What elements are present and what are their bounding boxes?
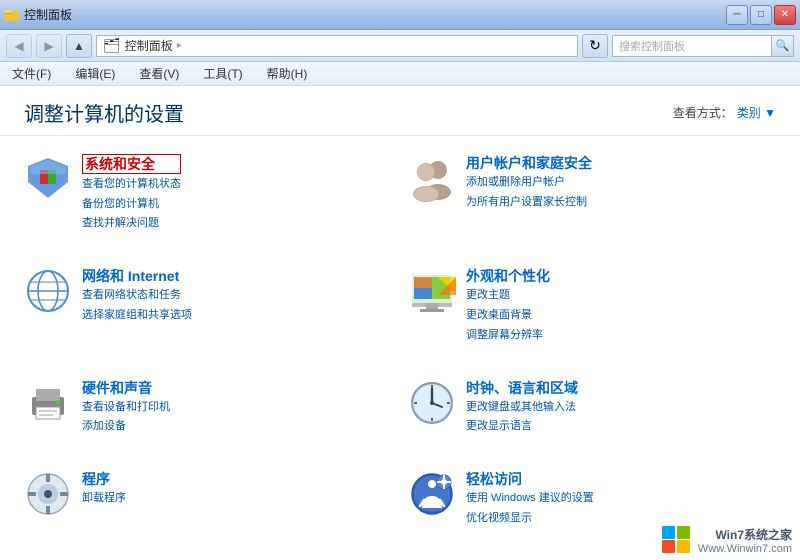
view-selector: 查看方式： 类别 ▼ <box>673 104 776 121</box>
menu-bar: 文件(F) 编辑(E) 查看(V) 工具(T) 帮助(H) <box>0 62 800 86</box>
watermark-line1: Win7系统之家 <box>698 526 792 543</box>
cp-sub-resolution[interactable]: 调整屏幕分辨率 <box>466 327 550 345</box>
network-icon <box>24 267 72 315</box>
programs-icon <box>24 470 72 518</box>
address-field[interactable]: 🗂 控制面板 ▸ <box>96 35 578 57</box>
search-placeholder: 搜索控制面板 <box>619 38 685 54</box>
watermark: Win7系统之家 Www.Winwin7.com <box>660 524 792 556</box>
cp-sub-keyboard[interactable]: 更改键盘或其他输入法 <box>466 399 578 417</box>
cp-sub-backup[interactable]: 备份您的计算机 <box>82 196 181 214</box>
cp-item-programs[interactable]: 程序 卸载程序 <box>16 460 400 552</box>
menu-file[interactable]: 文件(F) <box>8 63 55 84</box>
cp-sub-theme[interactable]: 更改主题 <box>466 287 550 305</box>
up-button[interactable]: ▲ <box>66 34 92 58</box>
cp-title-clock[interactable]: 时钟、语言和区域 <box>466 379 578 397</box>
cp-title-network[interactable]: 网络和 Internet <box>82 267 192 285</box>
search-container: 搜索控制面板 🔍 <box>612 35 794 57</box>
cp-sub-troubleshoot[interactable]: 查找并解决问题 <box>82 215 181 233</box>
cp-sub-optimize-video[interactable]: 优化视频显示 <box>466 510 594 528</box>
cp-text-network: 网络和 Internet 查看网络状态和任务 选择家庭组和共享选项 <box>82 267 192 324</box>
address-arrow: ▸ <box>177 40 182 51</box>
refresh-button[interactable]: ↻ <box>582 34 608 58</box>
main-content: 调整计算机的设置 查看方式： 类别 ▼ 系统和安全 查看您的计算机状态 备份您的… <box>0 86 800 560</box>
cp-title-ease-access[interactable]: 轻松访问 <box>466 470 594 488</box>
cp-text-user-accounts: 用户帐户和家庭安全 添加或删除用户帐户 为所有用户设置家长控制 <box>466 154 592 211</box>
title-bar: 控制面板 ─ □ ✕ <box>0 0 800 30</box>
watermark-line2: Www.Winwin7.com <box>698 543 792 555</box>
cp-sub-parental-controls[interactable]: 为所有用户设置家长控制 <box>466 194 592 212</box>
accessibility-icon <box>408 470 456 518</box>
cp-item-network[interactable]: 网络和 Internet 查看网络状态和任务 选择家庭组和共享选项 <box>16 257 400 368</box>
cp-title-system-security[interactable]: 系统和安全 <box>82 154 181 174</box>
cp-sub-network-status[interactable]: 查看网络状态和任务 <box>82 287 192 305</box>
cp-text-programs: 程序 卸载程序 <box>82 470 126 508</box>
cp-text-appearance: 外观和个性化 更改主题 更改桌面背景 调整屏幕分辨率 <box>466 267 550 344</box>
menu-edit[interactable]: 编辑(E) <box>71 63 119 84</box>
cp-text-clock: 时钟、语言和区域 更改键盘或其他输入法 更改显示语言 <box>466 379 578 436</box>
title-bar-text: 控制面板 <box>24 6 72 23</box>
page-header: 调整计算机的设置 查看方式： 类别 ▼ <box>0 86 800 136</box>
cp-item-user-accounts[interactable]: 用户帐户和家庭安全 添加或删除用户帐户 为所有用户设置家长控制 <box>400 144 784 257</box>
page-title: 调整计算机的设置 <box>24 98 184 127</box>
cp-sub-devices[interactable]: 查看设备和打印机 <box>82 399 170 417</box>
cp-sub-add-device[interactable]: 添加设备 <box>82 418 170 436</box>
control-panel-grid: 系统和安全 查看您的计算机状态 备份您的计算机 查找并解决问题 用户帐户和家庭安 <box>0 136 800 560</box>
cp-text-hardware: 硬件和声音 查看设备和打印机 添加设备 <box>82 379 170 436</box>
cp-item-system-security[interactable]: 系统和安全 查看您的计算机状态 备份您的计算机 查找并解决问题 <box>16 144 400 257</box>
cp-title-hardware[interactable]: 硬件和声音 <box>82 379 170 397</box>
cp-title-programs[interactable]: 程序 <box>82 470 126 488</box>
close-button[interactable]: ✕ <box>774 5 796 25</box>
users-icon <box>408 154 456 202</box>
cp-sub-add-user[interactable]: 添加或删除用户帐户 <box>466 174 592 192</box>
address-path: 控制面板 <box>125 37 173 54</box>
search-field[interactable]: 搜索控制面板 <box>612 35 772 57</box>
cp-title-user-accounts[interactable]: 用户帐户和家庭安全 <box>466 154 592 172</box>
cp-sub-language[interactable]: 更改显示语言 <box>466 418 578 436</box>
cp-item-hardware[interactable]: 硬件和声音 查看设备和打印机 添加设备 <box>16 369 400 461</box>
folder-icon: 🗂 <box>103 37 121 54</box>
search-button[interactable]: 🔍 <box>772 35 794 57</box>
menu-help[interactable]: 帮助(H) <box>263 63 312 84</box>
cp-sub-uninstall[interactable]: 卸载程序 <box>82 490 126 508</box>
menu-tools[interactable]: 工具(T) <box>199 63 246 84</box>
view-type[interactable]: 类别 ▼ <box>737 104 776 121</box>
title-bar-controls: ─ □ ✕ <box>726 5 796 25</box>
cp-title-appearance[interactable]: 外观和个性化 <box>466 267 550 285</box>
cp-item-appearance[interactable]: 外观和个性化 更改主题 更改桌面背景 调整屏幕分辨率 <box>400 257 784 368</box>
shield-icon <box>24 154 72 202</box>
folder-icon <box>4 7 20 23</box>
title-bar-left: 控制面板 <box>4 6 72 23</box>
cp-text-system-security: 系统和安全 查看您的计算机状态 备份您的计算机 查找并解决问题 <box>82 154 181 233</box>
cp-item-clock[interactable]: 时钟、语言和区域 更改键盘或其他输入法 更改显示语言 <box>400 369 784 461</box>
windows-logo <box>660 524 692 556</box>
address-bar: ◀ ▶ ▲ 🗂 控制面板 ▸ ↻ 搜索控制面板 🔍 <box>0 30 800 62</box>
view-label: 查看方式： <box>673 104 733 121</box>
back-button[interactable]: ◀ <box>6 34 32 58</box>
appearance-icon <box>408 267 456 315</box>
cp-sub-homegroup[interactable]: 选择家庭组和共享选项 <box>82 307 192 325</box>
cp-sub-check-status[interactable]: 查看您的计算机状态 <box>82 176 181 194</box>
hardware-icon <box>24 379 72 427</box>
maximize-button[interactable]: □ <box>750 5 772 25</box>
menu-view[interactable]: 查看(V) <box>135 63 183 84</box>
clock-icon <box>408 379 456 427</box>
cp-sub-recommended[interactable]: 使用 Windows 建议的设置 <box>466 490 594 508</box>
minimize-button[interactable]: ─ <box>726 5 748 25</box>
cp-sub-wallpaper[interactable]: 更改桌面背景 <box>466 307 550 325</box>
forward-button[interactable]: ▶ <box>36 34 62 58</box>
cp-text-ease-access: 轻松访问 使用 Windows 建议的设置 优化视频显示 <box>466 470 594 527</box>
